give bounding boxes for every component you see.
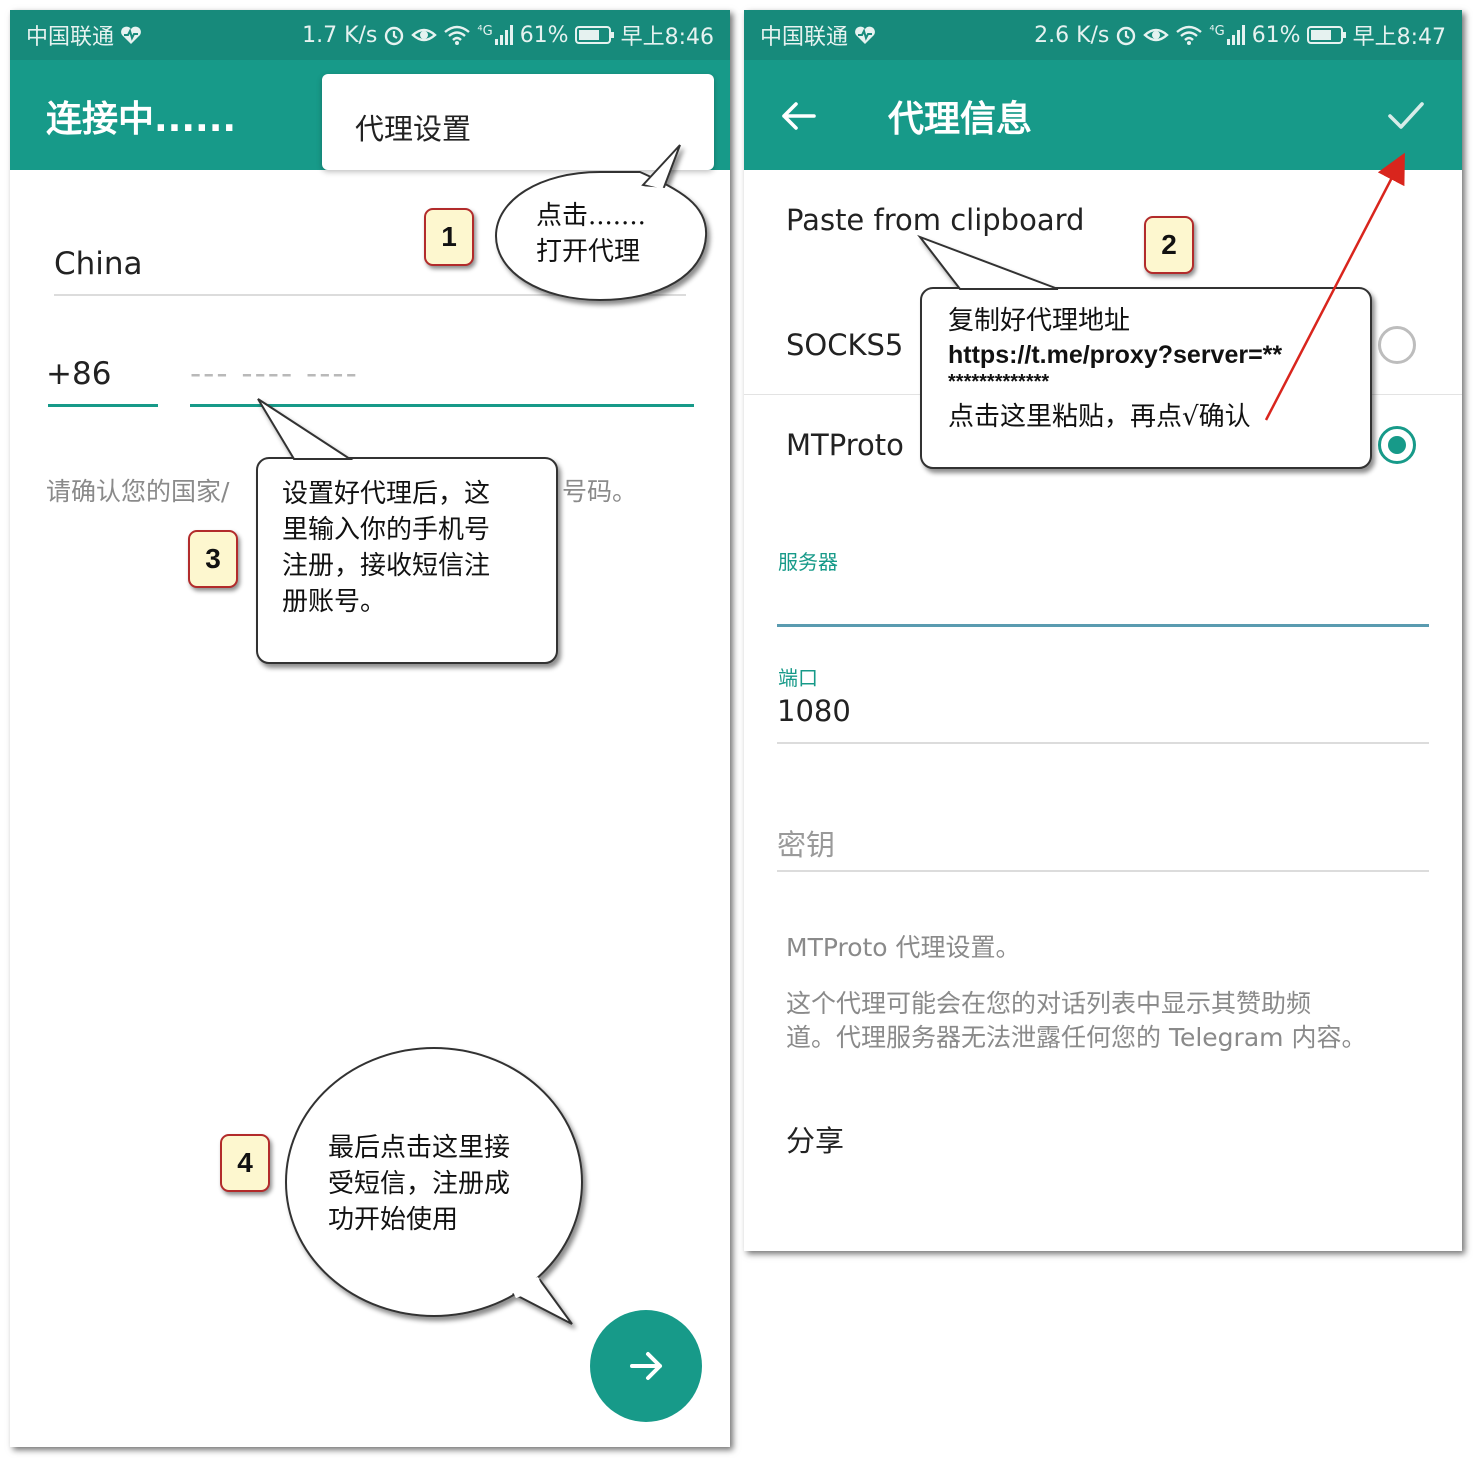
callout-3-text: 设置好代理后，这 里输入你的手机号 注册，接收短信注 册账号。 [282,479,491,617]
callout-2-text: 复制好代理地址 https://t.me/proxy?server=** ***… [948,306,1283,432]
step-badge-1: 1 [424,208,474,266]
step-badge-3: 3 [188,530,238,588]
annotation-overlay [256,144,1405,1325]
step-badge-4: 4 [220,1134,270,1192]
step-badge-2: 2 [1144,216,1194,274]
callout-1-text: 点击....... 打开代理 [536,201,646,267]
callout-4-text: 最后点击这里接 受短信，注册成 功开始使用 [328,1133,511,1235]
